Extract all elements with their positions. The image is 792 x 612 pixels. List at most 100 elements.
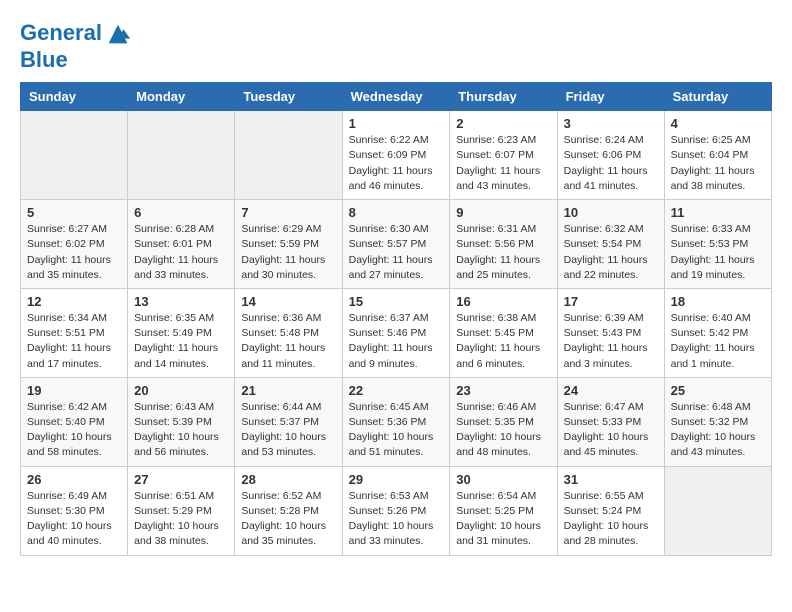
- day-number: 22: [349, 383, 444, 398]
- day-number: 30: [456, 472, 550, 487]
- weekday-header: Saturday: [664, 83, 771, 111]
- cell-content: Sunrise: 6:29 AM Sunset: 5:59 PM Dayligh…: [241, 222, 335, 283]
- day-number: 24: [564, 383, 658, 398]
- calendar-cell: [235, 111, 342, 200]
- day-number: 19: [27, 383, 121, 398]
- calendar-cell: 4 Sunrise: 6:25 AM Sunset: 6:04 PM Daylig…: [664, 111, 771, 200]
- calendar-week-row: 26 Sunrise: 6:49 AM Sunset: 5:30 PM Dayli…: [21, 466, 772, 555]
- cell-content: Sunrise: 6:42 AM Sunset: 5:40 PM Dayligh…: [27, 400, 121, 461]
- calendar-header-row: SundayMondayTuesdayWednesdayThursdayFrid…: [21, 83, 772, 111]
- calendar-cell: 13 Sunrise: 6:35 AM Sunset: 5:49 PM Dayli…: [128, 288, 235, 377]
- calendar-cell: 12Sunrise: 6:34 AM Sunset: 5:51 PM Dayli…: [21, 288, 128, 377]
- day-number: 17: [564, 294, 658, 309]
- cell-content: Sunrise: 6:45 AM Sunset: 5:36 PM Dayligh…: [349, 400, 444, 461]
- calendar-cell: 25 Sunrise: 6:48 AM Sunset: 5:32 PM Dayli…: [664, 377, 771, 466]
- cell-content: Sunrise: 6:35 AM Sunset: 5:49 PM Dayligh…: [134, 311, 228, 372]
- day-number: 23: [456, 383, 550, 398]
- calendar-cell: 9 Sunrise: 6:31 AM Sunset: 5:56 PM Daylig…: [450, 200, 557, 289]
- weekday-header: Tuesday: [235, 83, 342, 111]
- day-number: 15: [349, 294, 444, 309]
- calendar-week-row: 1 Sunrise: 6:22 AM Sunset: 6:09 PM Daylig…: [21, 111, 772, 200]
- cell-content: Sunrise: 6:36 AM Sunset: 5:48 PM Dayligh…: [241, 311, 335, 372]
- calendar-cell: [21, 111, 128, 200]
- cell-content: Sunrise: 6:32 AM Sunset: 5:54 PM Dayligh…: [564, 222, 658, 283]
- logo: General Blue: [20, 20, 132, 72]
- day-number: 2: [456, 116, 550, 131]
- day-number: 18: [671, 294, 765, 309]
- calendar-cell: 31 Sunrise: 6:55 AM Sunset: 5:24 PM Dayli…: [557, 466, 664, 555]
- cell-content: Sunrise: 6:25 AM Sunset: 6:04 PM Dayligh…: [671, 133, 765, 194]
- day-number: 7: [241, 205, 335, 220]
- calendar-cell: [664, 466, 771, 555]
- day-number: 4: [671, 116, 765, 131]
- cell-content: Sunrise: 6:23 AM Sunset: 6:07 PM Dayligh…: [456, 133, 550, 194]
- calendar-cell: 18 Sunrise: 6:40 AM Sunset: 5:42 PM Dayli…: [664, 288, 771, 377]
- calendar-cell: 10 Sunrise: 6:32 AM Sunset: 5:54 PM Dayli…: [557, 200, 664, 289]
- cell-content: Sunrise: 6:44 AM Sunset: 5:37 PM Dayligh…: [241, 400, 335, 461]
- day-number: 25: [671, 383, 765, 398]
- calendar-cell: 3Sunrise: 6:24 AM Sunset: 6:06 PM Daylig…: [557, 111, 664, 200]
- page-header: General Blue: [20, 20, 772, 72]
- day-number: 8: [349, 205, 444, 220]
- cell-content: Sunrise: 6:28 AM Sunset: 6:01 PM Dayligh…: [134, 222, 228, 283]
- calendar-cell: 26 Sunrise: 6:49 AM Sunset: 5:30 PM Dayli…: [21, 466, 128, 555]
- calendar-cell: [128, 111, 235, 200]
- calendar-cell: 11Sunrise: 6:33 AM Sunset: 5:53 PM Dayli…: [664, 200, 771, 289]
- calendar-cell: 8 Sunrise: 6:30 AM Sunset: 5:57 PM Daylig…: [342, 200, 450, 289]
- calendar-cell: 21 Sunrise: 6:44 AM Sunset: 5:37 PM Dayli…: [235, 377, 342, 466]
- calendar-cell: 7 Sunrise: 6:29 AM Sunset: 5:59 PM Daylig…: [235, 200, 342, 289]
- day-number: 11: [671, 205, 765, 220]
- day-number: 1: [349, 116, 444, 131]
- cell-content: Sunrise: 6:51 AM Sunset: 5:29 PM Dayligh…: [134, 489, 228, 550]
- cell-content: Sunrise: 6:46 AM Sunset: 5:35 PM Dayligh…: [456, 400, 550, 461]
- cell-content: Sunrise: 6:43 AM Sunset: 5:39 PM Dayligh…: [134, 400, 228, 461]
- day-number: 5: [27, 205, 121, 220]
- calendar-cell: 23 Sunrise: 6:46 AM Sunset: 5:35 PM Dayli…: [450, 377, 557, 466]
- day-number: 27: [134, 472, 228, 487]
- calendar-cell: 17Sunrise: 6:39 AM Sunset: 5:43 PM Dayli…: [557, 288, 664, 377]
- calendar-table: SundayMondayTuesdayWednesdayThursdayFrid…: [20, 82, 772, 555]
- cell-content: Sunrise: 6:34 AM Sunset: 5:51 PM Dayligh…: [27, 311, 121, 372]
- calendar-cell: 15Sunrise: 6:37 AM Sunset: 5:46 PM Dayli…: [342, 288, 450, 377]
- weekday-header: Sunday: [21, 83, 128, 111]
- calendar-week-row: 12Sunrise: 6:34 AM Sunset: 5:51 PM Dayli…: [21, 288, 772, 377]
- calendar-cell: 28 Sunrise: 6:52 AM Sunset: 5:28 PM Dayli…: [235, 466, 342, 555]
- cell-content: Sunrise: 6:49 AM Sunset: 5:30 PM Dayligh…: [27, 489, 121, 550]
- logo-text: General Blue: [20, 20, 132, 72]
- calendar-cell: 14 Sunrise: 6:36 AM Sunset: 5:48 PM Dayli…: [235, 288, 342, 377]
- weekday-header: Friday: [557, 83, 664, 111]
- day-number: 21: [241, 383, 335, 398]
- day-number: 3: [564, 116, 658, 131]
- calendar-cell: 6Sunrise: 6:28 AM Sunset: 6:01 PM Daylig…: [128, 200, 235, 289]
- cell-content: Sunrise: 6:48 AM Sunset: 5:32 PM Dayligh…: [671, 400, 765, 461]
- cell-content: Sunrise: 6:22 AM Sunset: 6:09 PM Dayligh…: [349, 133, 444, 194]
- calendar-week-row: 5Sunrise: 6:27 AM Sunset: 6:02 PM Daylig…: [21, 200, 772, 289]
- day-number: 29: [349, 472, 444, 487]
- calendar-cell: 19 Sunrise: 6:42 AM Sunset: 5:40 PM Dayli…: [21, 377, 128, 466]
- weekday-header: Monday: [128, 83, 235, 111]
- calendar-cell: 22 Sunrise: 6:45 AM Sunset: 5:36 PM Dayli…: [342, 377, 450, 466]
- cell-content: Sunrise: 6:54 AM Sunset: 5:25 PM Dayligh…: [456, 489, 550, 550]
- cell-content: Sunrise: 6:30 AM Sunset: 5:57 PM Dayligh…: [349, 222, 444, 283]
- calendar-cell: 1 Sunrise: 6:22 AM Sunset: 6:09 PM Daylig…: [342, 111, 450, 200]
- cell-content: Sunrise: 6:38 AM Sunset: 5:45 PM Dayligh…: [456, 311, 550, 372]
- calendar-cell: 5Sunrise: 6:27 AM Sunset: 6:02 PM Daylig…: [21, 200, 128, 289]
- calendar-cell: 30 Sunrise: 6:54 AM Sunset: 5:25 PM Dayli…: [450, 466, 557, 555]
- cell-content: Sunrise: 6:55 AM Sunset: 5:24 PM Dayligh…: [564, 489, 658, 550]
- day-number: 9: [456, 205, 550, 220]
- day-number: 31: [564, 472, 658, 487]
- day-number: 28: [241, 472, 335, 487]
- day-number: 26: [27, 472, 121, 487]
- day-number: 14: [241, 294, 335, 309]
- weekday-header: Thursday: [450, 83, 557, 111]
- cell-content: Sunrise: 6:31 AM Sunset: 5:56 PM Dayligh…: [456, 222, 550, 283]
- cell-content: Sunrise: 6:40 AM Sunset: 5:42 PM Dayligh…: [671, 311, 765, 372]
- calendar-cell: 29Sunrise: 6:53 AM Sunset: 5:26 PM Dayli…: [342, 466, 450, 555]
- day-number: 13: [134, 294, 228, 309]
- cell-content: Sunrise: 6:47 AM Sunset: 5:33 PM Dayligh…: [564, 400, 658, 461]
- day-number: 10: [564, 205, 658, 220]
- weekday-header: Wednesday: [342, 83, 450, 111]
- calendar-cell: 27 Sunrise: 6:51 AM Sunset: 5:29 PM Dayli…: [128, 466, 235, 555]
- calendar-cell: 24 Sunrise: 6:47 AM Sunset: 5:33 PM Dayli…: [557, 377, 664, 466]
- cell-content: Sunrise: 6:52 AM Sunset: 5:28 PM Dayligh…: [241, 489, 335, 550]
